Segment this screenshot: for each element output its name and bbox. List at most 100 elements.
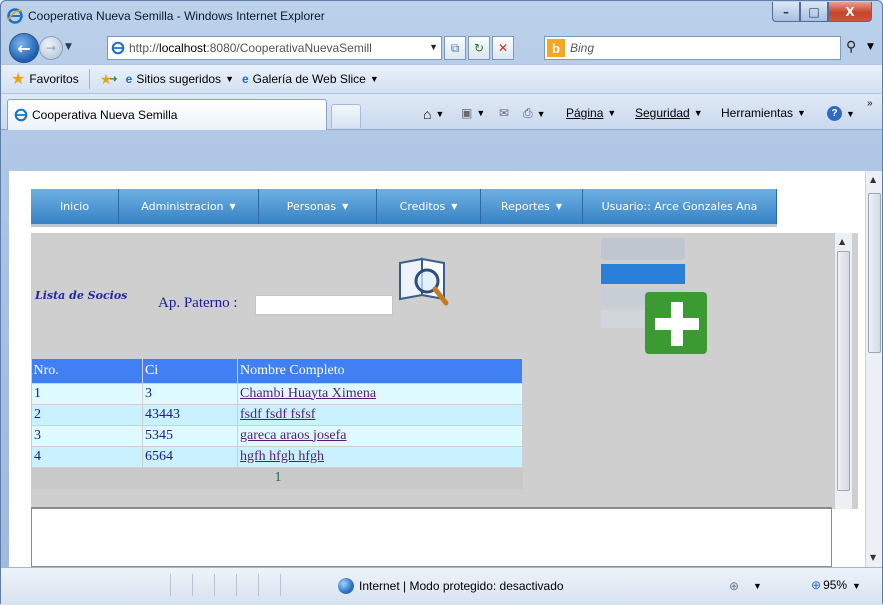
- socio-link[interactable]: Chambi Huayta Ximena: [240, 386, 376, 401]
- feeds-button[interactable]: ▣ ▼: [461, 106, 485, 120]
- compatibility-view-button[interactable]: ⧉: [444, 36, 466, 60]
- stop-button[interactable]: ✕: [492, 36, 514, 60]
- help-button[interactable]: ? ▼: [827, 106, 855, 121]
- new-tab-button[interactable]: [331, 104, 361, 128]
- scroll-down-icon[interactable]: ▼: [870, 553, 876, 562]
- mail-button[interactable]: ✉: [499, 106, 509, 120]
- bing-logo-icon: b: [547, 39, 565, 57]
- page-ie-icon: [111, 41, 125, 55]
- scrollbar-thumb[interactable]: [868, 193, 881, 353]
- socio-link[interactable]: hgfh hfgh hfgh: [240, 449, 324, 464]
- chevron-down-icon[interactable]: ▼: [852, 581, 861, 591]
- page-title: Lista de Socios: [35, 289, 128, 302]
- search-dropdown-icon[interactable]: ▼: [867, 42, 874, 52]
- chevron-down-icon: ▼: [555, 202, 563, 211]
- page-scrollbar[interactable]: ▲ ▼: [865, 171, 882, 567]
- favorites-star-icon: ★: [11, 71, 26, 88]
- add-favorites-button[interactable]: ★ ➜: [100, 71, 118, 88]
- minimize-button[interactable]: –: [772, 2, 800, 22]
- ie-logo-icon: [14, 108, 28, 122]
- menu-creditos[interactable]: Creditos ▼: [377, 189, 481, 224]
- back-button[interactable]: ←: [9, 33, 39, 63]
- fav-item-web-slice-gallery[interactable]: e Galería de Web Slice ▼: [242, 72, 379, 86]
- compat-view-icon: ⧉: [450, 40, 460, 55]
- toolbar-overflow-icon[interactable]: »: [867, 98, 873, 109]
- print-button[interactable]: ⎙ ▼: [523, 106, 546, 121]
- address-bar[interactable]: http://localhost:8080/CooperativaNuevaSe…: [107, 36, 442, 60]
- column-header-nro: Nro.: [31, 359, 143, 383]
- home-button[interactable]: ⌂ ▼: [423, 106, 444, 122]
- menu-reportes[interactable]: Reportes ▼: [481, 189, 583, 224]
- zoom-level: 95%: [823, 578, 848, 592]
- tools-menu[interactable]: Herramientas ▼: [721, 106, 806, 120]
- status-cell: [215, 574, 237, 596]
- socio-link[interactable]: fsdf fsdf fsfsf: [240, 407, 315, 422]
- table-row: 2 43443 fsdf fsdf fsfsf: [31, 403, 523, 426]
- search-icon[interactable]: ⚲: [846, 39, 856, 55]
- status-bar: Internet | Modo protegido: desactivado ⊕…: [1, 567, 882, 605]
- chevron-down-icon: ▼: [225, 74, 234, 84]
- table-row: 1 3 Chambi Huayta Ximena: [31, 382, 523, 405]
- menu-personas[interactable]: Personas ▼: [259, 189, 377, 224]
- cell-nro: 1: [31, 382, 143, 405]
- site-menu-bar: Inicio Administracion ▼ Personas ▼ Credito…: [31, 189, 777, 227]
- lock-settings-icon[interactable]: ⊕: [729, 579, 739, 593]
- fav-item-label: Galería de Web Slice: [252, 72, 366, 86]
- status-cell: [171, 574, 193, 596]
- globe-icon: [338, 578, 354, 594]
- home-icon: ⌂: [423, 106, 432, 122]
- refresh-icon: ↻: [473, 41, 485, 55]
- menu-inicio[interactable]: Inicio: [31, 189, 119, 224]
- menu-label: Creditos: [399, 200, 446, 213]
- ap-paterno-input[interactable]: [255, 295, 393, 315]
- search-input[interactable]: b Bing: [544, 36, 841, 60]
- menu-usuario[interactable]: Usuario:: Arce Gonzales Ana: [583, 189, 777, 224]
- ie-page-icon: e: [125, 72, 133, 86]
- page-menu[interactable]: Página ▼: [566, 106, 616, 120]
- url-rest: :8080/CooperativaNuevaSemill: [206, 41, 372, 55]
- cell-ci: 5345: [142, 424, 238, 447]
- menu-administracion[interactable]: Administracion ▼: [119, 189, 259, 224]
- menu-label: Administracion: [141, 200, 224, 213]
- favorites-button[interactable]: Favoritos: [29, 72, 78, 86]
- menu-label: Inicio: [59, 200, 90, 213]
- rss-icon: ▣: [461, 106, 473, 120]
- cell-nro: 3: [31, 424, 143, 447]
- tab-cooperativa[interactable]: Cooperativa Nueva Semilla: [7, 99, 327, 130]
- history-dropdown-icon[interactable]: ▼: [65, 42, 72, 52]
- fav-item-suggested-sites[interactable]: e Sitios sugeridos ▼: [126, 72, 234, 86]
- url-prefix: http://: [129, 41, 160, 55]
- chevron-down-icon: ▼: [693, 108, 703, 118]
- refresh-button[interactable]: ↻: [468, 36, 490, 60]
- pager-page-1[interactable]: 1: [31, 467, 523, 489]
- table-row: 3 5345 gareca araos josefa: [31, 424, 523, 447]
- mail-icon: ✉: [499, 106, 510, 120]
- close-button[interactable]: X: [828, 2, 872, 22]
- url-host: localhost: [159, 41, 207, 55]
- socio-link[interactable]: gareca araos josefa: [240, 428, 346, 443]
- maximize-button[interactable]: □: [800, 2, 828, 22]
- zone-status[interactable]: Internet | Modo protegido: desactivado: [338, 578, 564, 594]
- zoom-control[interactable]: ⊕ 95%: [811, 578, 847, 592]
- scroll-up-icon[interactable]: ▲: [870, 175, 876, 184]
- search-book-icon[interactable]: [394, 251, 452, 309]
- socios-table: Nro. Ci Nombre Completo 1 3 Chambi Huayt…: [31, 359, 523, 489]
- security-menu[interactable]: Seguridad ▼: [635, 106, 703, 120]
- chevron-down-icon: ▼: [342, 202, 349, 211]
- scrollbar-thumb[interactable]: [837, 251, 850, 491]
- forward-button[interactable]: →: [39, 36, 63, 60]
- page-menu-label: Página: [566, 106, 604, 120]
- stop-icon: ✕: [497, 41, 509, 55]
- add-record-icon[interactable]: [599, 234, 709, 354]
- ap-paterno-label: Ap. Paterno :: [158, 295, 238, 311]
- zoom-icon: ⊕: [811, 578, 822, 592]
- frame-scrollbar[interactable]: ▲: [834, 233, 852, 509]
- cell-nro: 2: [31, 403, 143, 426]
- scroll-up-icon[interactable]: ▲: [839, 237, 845, 246]
- chevron-down-icon: ▼: [476, 108, 486, 118]
- chevron-down-icon: ▼: [536, 108, 546, 119]
- divider: [88, 69, 90, 89]
- address-dropdown-icon[interactable]: ▼: [429, 42, 438, 52]
- chevron-down-icon[interactable]: ▼: [753, 581, 762, 591]
- status-cell: [237, 574, 259, 596]
